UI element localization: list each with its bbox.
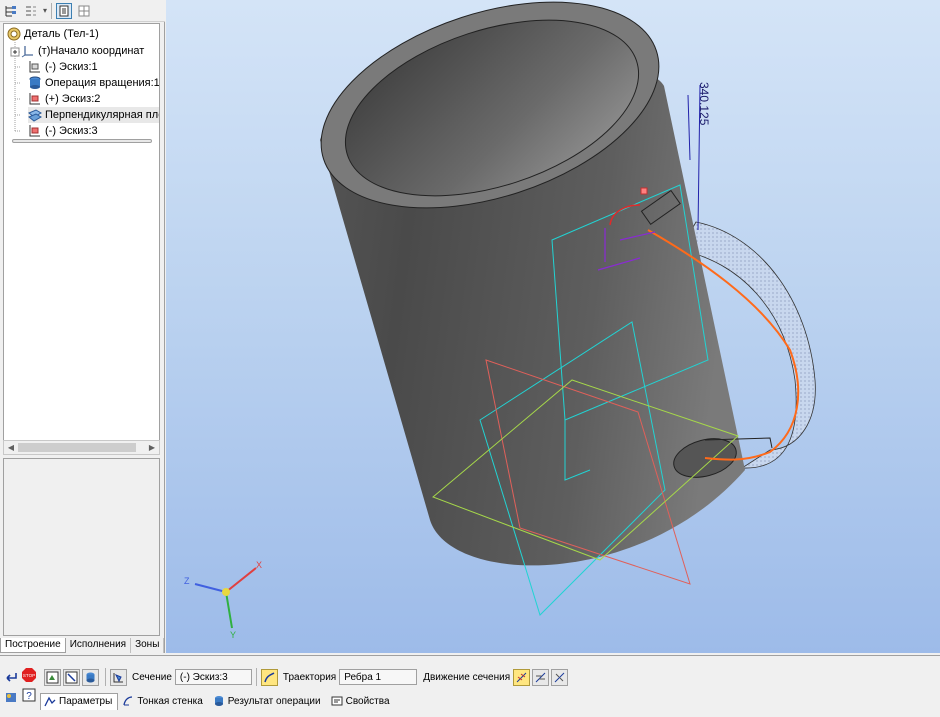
tree-item-part[interactable]: Деталь (Тел-1) xyxy=(7,26,99,42)
origin-icon xyxy=(21,46,33,58)
tab-variants[interactable]: Исполнения xyxy=(66,638,132,653)
body-select-icon xyxy=(86,672,95,682)
panel-tabs: Параметры Тонкая стенка Результат операц… xyxy=(40,692,396,710)
thin-wall-icon xyxy=(123,696,133,706)
properties-icon xyxy=(331,696,343,706)
tree-item-label: (-) Эскиз:3 xyxy=(45,125,98,137)
sketch-red-icon xyxy=(29,93,40,105)
tree-panel-toggle-icon[interactable] xyxy=(56,2,73,19)
feature-tree: Деталь (Тел-1) (т)Начало координат (-) Э… xyxy=(3,23,160,455)
tab-operation-result[interactable]: Результат операции xyxy=(209,693,327,710)
coordinate-triad: X Z Y xyxy=(184,560,262,640)
tab-label: Результат операции xyxy=(227,695,321,707)
panel-control-icons: STOP ? xyxy=(4,664,38,704)
section-mode-button-3[interactable] xyxy=(82,668,99,686)
tree-item-revolve[interactable]: Операция вращения:1 xyxy=(28,75,160,91)
section-select-button[interactable] xyxy=(110,668,127,686)
tree-item-label: (т)Начало координат xyxy=(38,45,145,57)
motion-label: Движение сечения xyxy=(423,671,511,683)
tree-horizontal-scrollbar[interactable]: ◀ ▶ xyxy=(3,440,160,455)
tab-zones[interactable]: Зоны xyxy=(131,638,165,653)
tree-item-label: Деталь (Тел-1) xyxy=(24,28,99,40)
tab-parameters[interactable]: Параметры xyxy=(40,692,119,710)
section-mode-button-1[interactable] xyxy=(44,668,61,686)
motion-parallel-icon xyxy=(535,672,546,682)
section-point-marker xyxy=(640,187,648,195)
params-icon xyxy=(44,696,56,706)
tree-end-marker xyxy=(12,139,152,143)
left-panel-tabs: Построение Исполнения Зоны xyxy=(0,638,165,653)
tab-thin-wall[interactable]: Тонкая стенка xyxy=(118,693,208,710)
param-separator xyxy=(105,668,106,686)
tab-label: Свойства xyxy=(345,695,390,707)
tree-view-mode-icon[interactable] xyxy=(23,3,39,19)
scrollbar-thumb[interactable] xyxy=(18,443,136,452)
tree-item-perpendicular-plane[interactable]: Перпендикулярная плос xyxy=(28,107,160,123)
svg-text:STOP: STOP xyxy=(23,673,35,678)
svg-text:?: ? xyxy=(26,691,32,702)
motion-mode-button-3[interactable] xyxy=(551,668,569,686)
tree-item-label: Перпендикулярная плос xyxy=(45,109,160,121)
sketch-red-icon xyxy=(29,125,40,137)
motion-mode-button-2[interactable] xyxy=(532,668,550,686)
axis-y-label: Y xyxy=(230,630,236,640)
axis-z-label: Z xyxy=(184,576,190,586)
tree-item-label: Операция вращения:1 xyxy=(45,77,160,89)
scroll-right-icon[interactable]: ▶ xyxy=(146,442,158,454)
toolbar-separator xyxy=(51,2,53,19)
tab-label: Тонкая стенка xyxy=(137,695,203,707)
tab-properties[interactable]: Свойства xyxy=(327,693,396,710)
property-panel: STOP ? Сечение (-) Эскиз:3 Траектория Ре… xyxy=(0,655,940,717)
create-object-icon[interactable] xyxy=(4,670,18,684)
tree-toolbar: ▾ xyxy=(0,0,165,22)
tree-panel-grid-icon[interactable] xyxy=(76,3,92,19)
tree-structure-icon[interactable] xyxy=(3,3,19,19)
tree-item-origin[interactable]: (т)Начало координат xyxy=(21,43,144,59)
trajectory-select-button[interactable] xyxy=(260,668,278,686)
motion-mode-button-1[interactable] xyxy=(513,668,531,686)
trajectory-label: Траектория xyxy=(282,671,337,683)
scroll-left-icon[interactable]: ◀ xyxy=(5,442,17,454)
tab-construction[interactable]: Построение xyxy=(0,638,66,653)
tree-detail-area xyxy=(3,458,160,636)
feature-tree-panel: ▾ Деталь (Тел-1) (т)Начало координат (-)… xyxy=(0,0,165,653)
tree-item-sketch-2[interactable]: (+) Эскиз:2 xyxy=(28,91,100,107)
trajectory-field[interactable]: Ребра 1 xyxy=(339,669,418,685)
edge-select-icon xyxy=(65,671,78,683)
section-field[interactable]: (-) Эскиз:3 xyxy=(174,669,252,685)
sketch-icon xyxy=(29,61,40,73)
section-icon xyxy=(113,672,123,682)
trajectory-icon xyxy=(264,671,275,682)
section-label: Сечение xyxy=(132,671,172,683)
tree-item-label: (-) Эскиз:1 xyxy=(45,61,98,73)
help-icon[interactable]: ? xyxy=(22,688,36,702)
help-model-icon[interactable] xyxy=(4,690,18,704)
result-icon xyxy=(214,696,223,706)
param-separator xyxy=(255,668,257,686)
motion-keep-angle-icon xyxy=(554,672,565,682)
tree-item-label: (+) Эскиз:2 xyxy=(45,93,101,105)
axis-x-label: X xyxy=(256,560,262,570)
plane-icon xyxy=(28,109,42,122)
part-icon xyxy=(7,27,21,41)
dimension-value: 340.125 xyxy=(697,82,711,126)
model-viewport[interactable]: 340.125 X Z Y xyxy=(166,0,940,653)
motion-orthogonal-icon xyxy=(516,672,527,682)
stop-icon[interactable]: STOP xyxy=(22,668,36,682)
parameter-row: Сечение (-) Эскиз:3 Траектория Ребра 1 Д… xyxy=(44,666,570,688)
section-mode-button-2[interactable] xyxy=(63,668,80,686)
view-mode-dropdown-icon[interactable]: ▾ xyxy=(43,6,47,15)
model-scene: 340.125 X Z Y xyxy=(184,1,816,640)
sketch-select-icon xyxy=(46,671,59,683)
tab-label: Параметры xyxy=(59,696,113,707)
tree-item-sketch-1[interactable]: (-) Эскиз:1 xyxy=(28,59,98,75)
revolve-icon xyxy=(29,76,41,89)
tree-item-sketch-3[interactable]: (-) Эскиз:3 xyxy=(28,123,98,139)
